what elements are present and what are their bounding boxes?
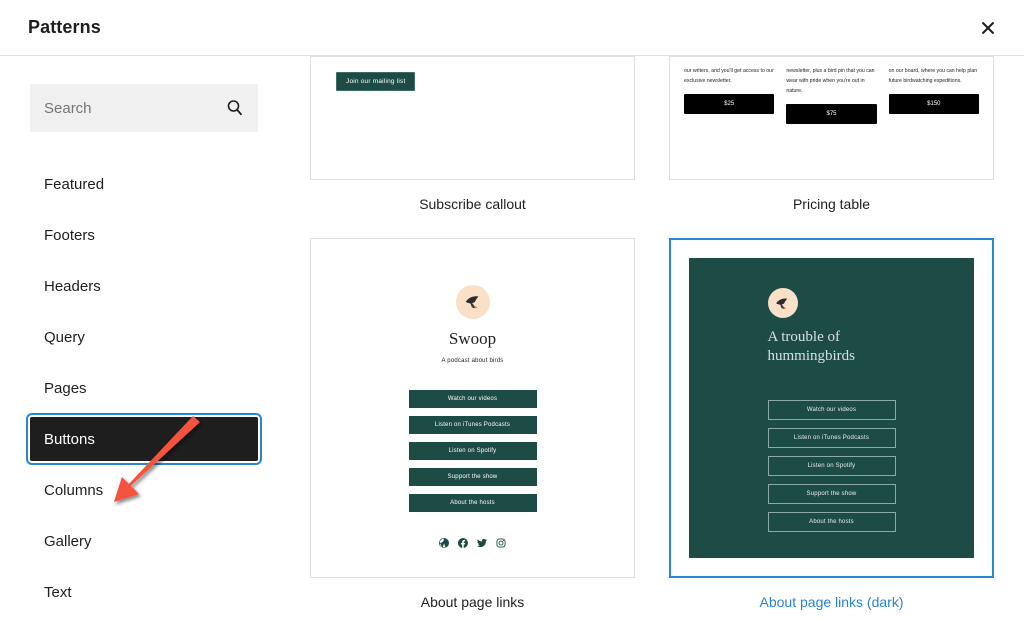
preview-dark-heading: A trouble of hummingbirds (767, 329, 856, 364)
pricing-column: on our board, where you can help plan fu… (888, 67, 979, 124)
pattern-caption: About page links (420, 594, 525, 610)
sidebar-item-buttons[interactable]: Buttons (26, 413, 262, 465)
preview-mailing-list-button: Join our mailing list (336, 72, 416, 91)
preview-social-row (439, 538, 506, 548)
preview-link-button: About the hosts (767, 511, 896, 532)
sidebar-item-featured[interactable]: Featured (30, 162, 258, 206)
pattern-caption: About page links (dark) (759, 594, 904, 610)
bird-icon (465, 296, 478, 309)
preview-link-button: About the hosts (408, 494, 537, 512)
twitter-icon (477, 538, 487, 548)
bird-avatar-icon (455, 285, 490, 319)
patterns-modal: Patterns Search Featured Footers Headers… (0, 0, 1024, 619)
preview-link-button: Watch our videos (408, 390, 537, 408)
modal-header: Patterns (0, 0, 1024, 56)
bird-avatar-icon (767, 288, 798, 318)
preview-link-button: Support the show (408, 468, 537, 486)
preview-brand-name: Swoop (448, 329, 497, 348)
sidebar-item-label: Pages (44, 379, 87, 397)
close-button[interactable] (970, 10, 1006, 46)
sidebar-item-pages[interactable]: Pages (30, 366, 258, 410)
instagram-icon (496, 538, 506, 548)
wordpress-icon (439, 538, 449, 548)
pricing-column-text: our writers, and you'll get access to ou… (684, 68, 774, 84)
close-icon (980, 20, 996, 36)
preview-link-button: Support the show (767, 483, 896, 504)
sidebar-item-label: Columns (44, 481, 104, 499)
patterns-grid: Join our mailing list Subscribe callout … (310, 56, 994, 619)
patterns-grid-area: Join our mailing list Subscribe callout … (288, 56, 1024, 619)
preview-link-button: Listen on iTunes Podcasts (408, 416, 537, 434)
pricing-column-price: $25 (684, 93, 775, 114)
bird-icon (776, 298, 788, 309)
search-field[interactable] (30, 84, 258, 132)
pattern-preview-about-page-links-dark[interactable]: A trouble of hummingbirds Watch our vide… (669, 238, 994, 578)
sidebar-item-label: Text (44, 583, 72, 601)
sidebar-item-label: Featured (44, 175, 105, 193)
preview-link-button: Listen on Spotify (767, 455, 896, 476)
sidebar-item-label: Footers (44, 226, 95, 244)
preview-link-button: Watch our videos (767, 399, 896, 420)
preview-link-stack: Watch our videos Listen on iTunes Podcas… (767, 399, 896, 532)
sidebar-item-text[interactable]: Text (30, 570, 258, 614)
pattern-preview-pricing-table[interactable]: our writers, and you'll get access to ou… (669, 56, 994, 180)
preview-link-button: Listen on Spotify (408, 442, 537, 460)
preview-link-stack: Watch our videos Listen on iTunes Podcas… (408, 390, 537, 512)
pattern-preview-about-page-links[interactable]: Swoop A podcast about birds Watch our vi… (310, 238, 635, 578)
pricing-column-price: $150 (888, 93, 979, 114)
sidebar-item-label: Buttons (44, 430, 95, 448)
pattern-cell-about-page-links-dark: A trouble of hummingbirds Watch our vide… (669, 238, 994, 619)
pattern-cell-about-page-links: Swoop A podcast about birds Watch our vi… (310, 238, 635, 619)
sidebar-item-label: Query (44, 328, 85, 346)
sidebar-item-label: Gallery (44, 532, 92, 550)
category-list: Featured Footers Headers Query Pages But… (26, 162, 262, 614)
sidebar-item-label: Headers (44, 277, 101, 295)
pricing-column-price: $75 (786, 103, 877, 124)
pricing-column: newsletter, plus a bird pin that you can… (786, 67, 877, 124)
pattern-caption: Subscribe callout (419, 196, 526, 212)
pricing-column-text: on our board, where you can help plan fu… (888, 68, 978, 84)
pricing-column-text: newsletter, plus a bird pin that you can… (786, 68, 875, 94)
sidebar-item-footers[interactable]: Footers (30, 213, 258, 257)
pattern-cell-pricing-table: our writers, and you'll get access to ou… (669, 56, 994, 238)
pattern-preview-subscribe-callout[interactable]: Join our mailing list (310, 56, 635, 180)
facebook-icon (458, 538, 468, 548)
pricing-column: our writers, and you'll get access to ou… (684, 67, 775, 124)
sidebar-item-gallery[interactable]: Gallery (30, 519, 258, 563)
sidebar-item-headers[interactable]: Headers (30, 264, 258, 308)
search-input[interactable] (30, 84, 258, 132)
sidebar-item-query[interactable]: Query (30, 315, 258, 359)
modal-body: Featured Footers Headers Query Pages But… (0, 56, 1024, 619)
pattern-cell-subscribe-callout: Join our mailing list Subscribe callout (310, 56, 635, 238)
sidebar: Featured Footers Headers Query Pages But… (0, 56, 288, 619)
pattern-caption: Pricing table (792, 196, 871, 212)
sidebar-item-columns[interactable]: Columns (30, 468, 258, 512)
preview-link-button: Listen on iTunes Podcasts (767, 427, 896, 448)
preview-brand-tagline: A podcast about birds (441, 358, 504, 364)
page-title: Patterns (28, 17, 101, 37)
